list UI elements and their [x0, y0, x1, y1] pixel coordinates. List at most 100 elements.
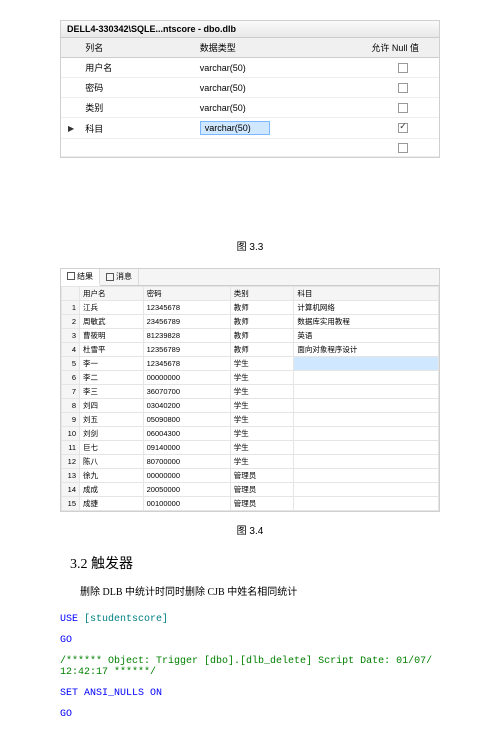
designer-cell-type[interactable]: varchar(50) [196, 98, 368, 118]
grid-cell-type[interactable]: 学生 [230, 440, 294, 454]
grid-row[interactable]: 7李三36070700学生 [62, 384, 439, 398]
designer-cell-null[interactable] [367, 139, 439, 157]
grid-cell-user[interactable]: 刘五 [80, 412, 144, 426]
allow-null-checkbox[interactable] [398, 143, 408, 153]
grid-cell-subject[interactable] [294, 440, 439, 454]
designer-cell-null[interactable] [367, 98, 439, 118]
grid-cell-user[interactable]: 徐九 [80, 468, 144, 482]
grid-cell-pass[interactable]: 00000000 [143, 468, 230, 482]
grid-cell-user[interactable]: 刘四 [80, 398, 144, 412]
grid-cell-type[interactable]: 学生 [230, 454, 294, 468]
designer-row[interactable]: 密码varchar(50) [61, 78, 439, 98]
grid-cell-user[interactable]: 刘剑 [80, 426, 144, 440]
grid-cell-type[interactable]: 学生 [230, 384, 294, 398]
tab-结果[interactable]: 结果 [61, 269, 100, 286]
grid-cell-subject[interactable]: 英语 [294, 328, 439, 342]
grid-cell-pass[interactable]: 00000000 [143, 370, 230, 384]
grid-cell-pass[interactable]: 20050000 [143, 482, 230, 496]
allow-null-checkbox[interactable] [398, 63, 408, 73]
grid-cell-type[interactable]: 管理员 [230, 482, 294, 496]
grid-row[interactable]: 9刘五05090800学生 [62, 412, 439, 426]
designer-row[interactable]: 类别varchar(50) [61, 98, 439, 118]
designer-cell-null[interactable] [367, 118, 439, 139]
tab-消息[interactable]: 消息 [100, 269, 139, 285]
allow-null-checkbox[interactable] [398, 103, 408, 113]
grid-row[interactable]: 13徐九00000000管理员 [62, 468, 439, 482]
grid-cell-type[interactable]: 教师 [230, 342, 294, 356]
grid-cell-subject[interactable]: 计算机网络 [294, 300, 439, 314]
designer-cell-name[interactable]: 科目 [81, 118, 195, 139]
grid-cell-pass[interactable]: 81239828 [143, 328, 230, 342]
grid-cell-user[interactable]: 成捷 [80, 496, 144, 510]
grid-row[interactable]: 12陈八80700000学生 [62, 454, 439, 468]
grid-cell-subject[interactable] [294, 356, 439, 370]
grid-cell-type[interactable]: 管理员 [230, 496, 294, 510]
grid-row[interactable]: 11巨七09140000学生 [62, 440, 439, 454]
grid-row[interactable]: 5李一12345678学生 [62, 356, 439, 370]
grid-cell-pass[interactable]: 36070700 [143, 384, 230, 398]
designer-cell-type[interactable]: varchar(50) [196, 118, 368, 139]
grid-cell-pass[interactable]: 12345678 [143, 300, 230, 314]
grid-cell-pass[interactable]: 80700000 [143, 454, 230, 468]
grid-row[interactable]: 4杜雪平12356789教师面向对象程序设计 [62, 342, 439, 356]
grid-cell-subject[interactable] [294, 468, 439, 482]
grid-cell-pass[interactable]: 12356789 [143, 342, 230, 356]
grid-cell-pass[interactable]: 03040200 [143, 398, 230, 412]
grid-cell-subject[interactable] [294, 384, 439, 398]
grid-cell-pass[interactable]: 00100000 [143, 496, 230, 510]
grid-cell-user[interactable]: 曹筱明 [80, 328, 144, 342]
grid-row[interactable]: 14成成20050000管理员 [62, 482, 439, 496]
grid-row[interactable]: 15成捷00100000管理员 [62, 496, 439, 510]
grid-cell-subject[interactable] [294, 370, 439, 384]
grid-cell-subject[interactable] [294, 454, 439, 468]
grid-row[interactable]: 8刘四03040200学生 [62, 398, 439, 412]
grid-row[interactable]: 6李二00000000学生 [62, 370, 439, 384]
grid-row[interactable]: 3曹筱明81239828教师英语 [62, 328, 439, 342]
grid-cell-type[interactable]: 教师 [230, 328, 294, 342]
grid-cell-user[interactable]: 李二 [80, 370, 144, 384]
designer-row[interactable]: ▶科目varchar(50) [61, 118, 439, 139]
grid-cell-user[interactable]: 陈八 [80, 454, 144, 468]
grid-cell-subject[interactable] [294, 482, 439, 496]
designer-cell-name[interactable]: 用户名 [81, 58, 195, 78]
grid-cell-type[interactable]: 学生 [230, 426, 294, 440]
grid-cell-user[interactable]: 李一 [80, 356, 144, 370]
grid-row[interactable]: 10刘剑06004300学生 [62, 426, 439, 440]
grid-cell-subject[interactable]: 面向对象程序设计 [294, 342, 439, 356]
allow-null-checkbox[interactable] [398, 83, 408, 93]
grid-cell-type[interactable]: 学生 [230, 398, 294, 412]
grid-row[interactable]: 1江兵12345678教师计算机网络 [62, 300, 439, 314]
designer-cell-name[interactable] [81, 139, 195, 157]
grid-cell-user[interactable]: 周敏武 [80, 314, 144, 328]
grid-cell-type[interactable]: 学生 [230, 412, 294, 426]
designer-cell-name[interactable]: 类别 [81, 98, 195, 118]
grid-cell-pass[interactable]: 05090800 [143, 412, 230, 426]
grid-cell-subject[interactable] [294, 426, 439, 440]
grid-cell-type[interactable]: 教师 [230, 300, 294, 314]
grid-cell-user[interactable]: 成成 [80, 482, 144, 496]
designer-cell-null[interactable] [367, 58, 439, 78]
grid-cell-user[interactable]: 江兵 [80, 300, 144, 314]
designer-row[interactable]: 用户名varchar(50) [61, 58, 439, 78]
grid-cell-type[interactable]: 管理员 [230, 468, 294, 482]
designer-cell-type[interactable] [196, 139, 368, 157]
designer-cell-null[interactable] [367, 78, 439, 98]
grid-cell-type[interactable]: 学生 [230, 370, 294, 384]
designer-row-empty[interactable] [61, 139, 439, 157]
grid-cell-subject[interactable]: 数据库实用教程 [294, 314, 439, 328]
grid-cell-pass[interactable]: 12345678 [143, 356, 230, 370]
designer-cell-type[interactable]: varchar(50) [196, 78, 368, 98]
grid-row[interactable]: 2周敏武23456789教师数据库实用教程 [62, 314, 439, 328]
grid-cell-user[interactable]: 巨七 [80, 440, 144, 454]
grid-cell-user[interactable]: 杜雪平 [80, 342, 144, 356]
grid-cell-type[interactable]: 学生 [230, 356, 294, 370]
grid-cell-pass[interactable]: 23456789 [143, 314, 230, 328]
grid-cell-type[interactable]: 教师 [230, 314, 294, 328]
grid-cell-subject[interactable] [294, 398, 439, 412]
grid-cell-pass[interactable]: 06004300 [143, 426, 230, 440]
grid-cell-pass[interactable]: 09140000 [143, 440, 230, 454]
grid-cell-user[interactable]: 李三 [80, 384, 144, 398]
grid-cell-subject[interactable] [294, 496, 439, 510]
grid-cell-subject[interactable] [294, 412, 439, 426]
allow-null-checkbox[interactable] [398, 123, 408, 133]
